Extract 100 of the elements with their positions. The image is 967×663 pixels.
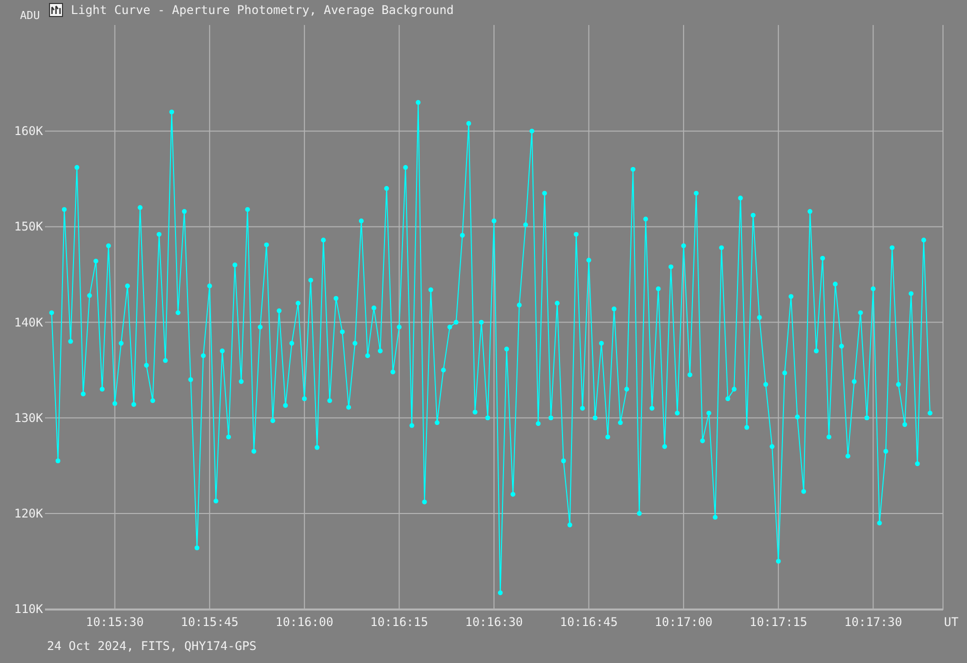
data-point <box>674 410 680 416</box>
data-point <box>194 545 200 550</box>
data-point <box>372 306 376 310</box>
data-point <box>530 128 534 134</box>
chart-icon <box>48 3 63 17</box>
tick-label: 10:16:30 <box>465 615 523 629</box>
data-point <box>782 370 788 376</box>
data-point <box>182 209 187 214</box>
data-point <box>74 165 80 170</box>
data-point <box>574 232 579 237</box>
data-point <box>592 415 598 420</box>
data-point <box>138 205 142 210</box>
data-point <box>478 320 484 325</box>
data-point <box>567 522 572 528</box>
data-point <box>200 353 206 358</box>
data-point <box>334 296 338 301</box>
data-point <box>245 207 250 212</box>
data-point <box>605 434 610 440</box>
data-point <box>921 238 926 242</box>
data-point <box>636 511 642 516</box>
data-point <box>176 310 180 316</box>
data-point <box>548 415 554 420</box>
data-point <box>498 590 503 596</box>
data-point <box>434 420 440 426</box>
tick-label: 150K <box>14 220 43 234</box>
tick-label: 10:15:45 <box>180 615 239 629</box>
data-point <box>852 379 857 384</box>
data-point <box>150 398 156 404</box>
data-point <box>106 243 111 248</box>
data-point <box>428 287 434 292</box>
data-point <box>788 294 794 299</box>
data-point <box>744 425 750 430</box>
data-point <box>62 207 67 212</box>
data-point <box>188 377 194 382</box>
data-point <box>599 340 604 346</box>
data-point <box>712 514 718 520</box>
data-point <box>536 421 541 426</box>
data-point <box>814 348 819 354</box>
data-point <box>378 348 383 354</box>
data-point <box>770 444 774 449</box>
data-point <box>49 310 54 316</box>
data-point <box>510 492 516 497</box>
data-point <box>327 398 332 404</box>
data-point <box>694 190 699 196</box>
data-point <box>251 448 256 454</box>
data-point <box>763 382 768 387</box>
data-point <box>409 423 414 428</box>
data-point <box>864 415 870 420</box>
data-point <box>314 445 320 450</box>
tick-label: 10:17:00 <box>654 615 712 629</box>
data-point <box>238 379 244 384</box>
data-point <box>485 415 490 420</box>
tick-label: 110K <box>14 602 43 616</box>
data-point <box>384 186 389 191</box>
data-point <box>346 404 352 410</box>
tick-label: 10:16:00 <box>276 615 334 629</box>
data-point <box>390 370 396 374</box>
data-point <box>169 110 174 114</box>
data-point <box>542 190 547 196</box>
data-point <box>877 520 882 526</box>
data-point <box>643 216 648 222</box>
tick-label: 130K <box>14 410 43 425</box>
data-point <box>618 420 623 426</box>
data-point <box>523 222 528 228</box>
data-point <box>207 284 212 288</box>
data-point <box>100 386 105 392</box>
data-point <box>460 232 465 238</box>
data-point <box>156 232 162 237</box>
data-point <box>586 258 592 263</box>
data-point <box>630 166 636 172</box>
data-point <box>681 243 686 248</box>
data-point <box>776 558 781 564</box>
data-point <box>688 372 692 378</box>
data-point <box>226 434 231 440</box>
data-point <box>738 196 743 200</box>
data-point <box>846 454 850 458</box>
data-point <box>624 386 630 392</box>
data-point <box>93 258 98 264</box>
data-point <box>118 340 124 346</box>
tick-label: 160K <box>14 124 43 138</box>
data-point <box>320 238 326 242</box>
data-point <box>358 218 364 224</box>
data-point <box>650 406 654 411</box>
data-point <box>504 346 510 352</box>
data-point <box>396 324 402 330</box>
data-point <box>580 406 585 411</box>
data-point <box>220 348 225 354</box>
data-point <box>858 310 863 316</box>
data-point <box>554 300 560 306</box>
data-point <box>258 324 263 330</box>
data-point <box>56 458 60 464</box>
data-point <box>516 302 522 308</box>
data-point <box>232 262 238 268</box>
data-point <box>908 291 914 296</box>
axis-label: ADU <box>20 8 40 22</box>
data-point <box>915 461 920 466</box>
tick-label: 10:16:15 <box>370 615 428 629</box>
data-point <box>144 362 149 368</box>
data-point <box>283 403 288 408</box>
data-point <box>928 410 932 416</box>
